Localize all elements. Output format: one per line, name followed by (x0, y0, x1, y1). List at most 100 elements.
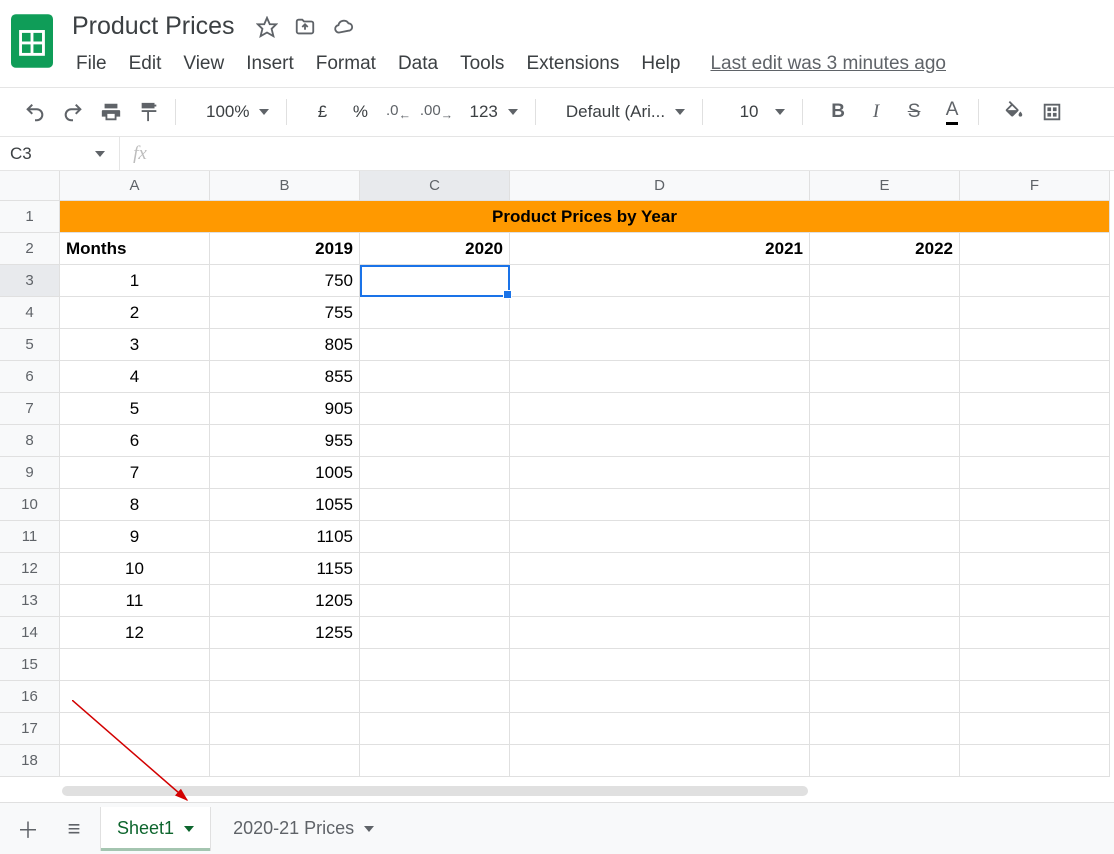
zoom-dropdown[interactable]: 100% (196, 102, 275, 122)
cell-c11[interactable] (360, 521, 510, 553)
cell-f14[interactable] (960, 617, 1110, 649)
currency-button[interactable]: £ (307, 97, 337, 127)
cell-c9[interactable] (360, 457, 510, 489)
cell-a12[interactable]: 10 (60, 553, 210, 585)
menu-help[interactable]: Help (631, 49, 690, 79)
cell-e12[interactable] (810, 553, 960, 585)
cell-d12[interactable] (510, 553, 810, 585)
cell-e2[interactable]: 2022 (810, 233, 960, 265)
cell-c3[interactable] (360, 265, 510, 297)
cell-c18[interactable] (360, 745, 510, 777)
row-header-11[interactable]: 11 (0, 521, 60, 553)
font-dropdown[interactable]: Default (Ari... (556, 102, 691, 122)
cell-c10[interactable] (360, 489, 510, 521)
row-header-2[interactable]: 2 (0, 233, 60, 265)
cell-b17[interactable] (210, 713, 360, 745)
cell-a8[interactable]: 6 (60, 425, 210, 457)
menu-data[interactable]: Data (388, 49, 448, 79)
cell-e4[interactable] (810, 297, 960, 329)
cell-b14[interactable]: 1255 (210, 617, 360, 649)
redo-button[interactable] (58, 97, 88, 127)
cell-d8[interactable] (510, 425, 810, 457)
cell-a2[interactable]: Months (60, 233, 210, 265)
cell-b4[interactable]: 755 (210, 297, 360, 329)
cell-b11[interactable]: 1105 (210, 521, 360, 553)
cell-a6[interactable]: 4 (60, 361, 210, 393)
undo-button[interactable] (20, 97, 50, 127)
cell-d2[interactable]: 2021 (510, 233, 810, 265)
menu-view[interactable]: View (173, 49, 234, 79)
cell-c6[interactable] (360, 361, 510, 393)
cell-d6[interactable] (510, 361, 810, 393)
row-header-14[interactable]: 14 (0, 617, 60, 649)
cell-d13[interactable] (510, 585, 810, 617)
cell-c4[interactable] (360, 297, 510, 329)
cell-e18[interactable] (810, 745, 960, 777)
cell-c17[interactable] (360, 713, 510, 745)
tab-2020-21-prices[interactable]: 2020-21 Prices (217, 807, 390, 851)
cell-a15[interactable] (60, 649, 210, 681)
fill-color-button[interactable] (999, 97, 1029, 127)
cell-b5[interactable]: 805 (210, 329, 360, 361)
cell-a16[interactable] (60, 681, 210, 713)
bold-button[interactable]: B (823, 97, 853, 127)
cell-d15[interactable] (510, 649, 810, 681)
cell-e16[interactable] (810, 681, 960, 713)
cell-d3[interactable] (510, 265, 810, 297)
strike-button[interactable]: S (899, 97, 929, 127)
cell-b15[interactable] (210, 649, 360, 681)
cell-e17[interactable] (810, 713, 960, 745)
cell-a10[interactable]: 8 (60, 489, 210, 521)
move-folder-icon[interactable] (293, 15, 317, 39)
paint-format-button[interactable] (134, 97, 164, 127)
cell-f9[interactable] (960, 457, 1110, 489)
cell-d17[interactable] (510, 713, 810, 745)
cell-e5[interactable] (810, 329, 960, 361)
formula-input[interactable] (160, 137, 1114, 170)
cell-c5[interactable] (360, 329, 510, 361)
cell-b2[interactable]: 2019 (210, 233, 360, 265)
cloud-status-icon[interactable] (331, 15, 355, 39)
cell-d7[interactable] (510, 393, 810, 425)
cell-f2[interactable] (960, 233, 1110, 265)
menu-extensions[interactable]: Extensions (516, 49, 629, 79)
row-header-8[interactable]: 8 (0, 425, 60, 457)
row-header-13[interactable]: 13 (0, 585, 60, 617)
cell-e15[interactable] (810, 649, 960, 681)
cell-f6[interactable] (960, 361, 1110, 393)
row-header-12[interactable]: 12 (0, 553, 60, 585)
menu-edit[interactable]: Edit (119, 49, 172, 79)
cell-e14[interactable] (810, 617, 960, 649)
number-format-dropdown[interactable]: 123 (459, 102, 523, 122)
row-header-18[interactable]: 18 (0, 745, 60, 777)
column-header-c[interactable]: C (360, 171, 510, 201)
print-button[interactable] (96, 97, 126, 127)
row-header-7[interactable]: 7 (0, 393, 60, 425)
cell-c13[interactable] (360, 585, 510, 617)
select-all-corner[interactable] (0, 171, 60, 201)
cell-a14[interactable]: 12 (60, 617, 210, 649)
cell-d4[interactable] (510, 297, 810, 329)
cell-e11[interactable] (810, 521, 960, 553)
column-header-f[interactable]: F (960, 171, 1110, 201)
cell-d5[interactable] (510, 329, 810, 361)
cell-b6[interactable]: 855 (210, 361, 360, 393)
cell-d14[interactable] (510, 617, 810, 649)
cell-f18[interactable] (960, 745, 1110, 777)
cell-c8[interactable] (360, 425, 510, 457)
cell-f10[interactable] (960, 489, 1110, 521)
cell-f3[interactable] (960, 265, 1110, 297)
cell-e9[interactable] (810, 457, 960, 489)
cell-c14[interactable] (360, 617, 510, 649)
row-header-3[interactable]: 3 (0, 265, 60, 297)
row-header-9[interactable]: 9 (0, 457, 60, 489)
column-header-e[interactable]: E (810, 171, 960, 201)
row-header-10[interactable]: 10 (0, 489, 60, 521)
row-header-17[interactable]: 17 (0, 713, 60, 745)
italic-button[interactable]: I (861, 97, 891, 127)
cell-c12[interactable] (360, 553, 510, 585)
cell-e3[interactable] (810, 265, 960, 297)
cell-a3[interactable]: 1 (60, 265, 210, 297)
cell-b13[interactable]: 1205 (210, 585, 360, 617)
row-header-1[interactable]: 1 (0, 201, 60, 233)
